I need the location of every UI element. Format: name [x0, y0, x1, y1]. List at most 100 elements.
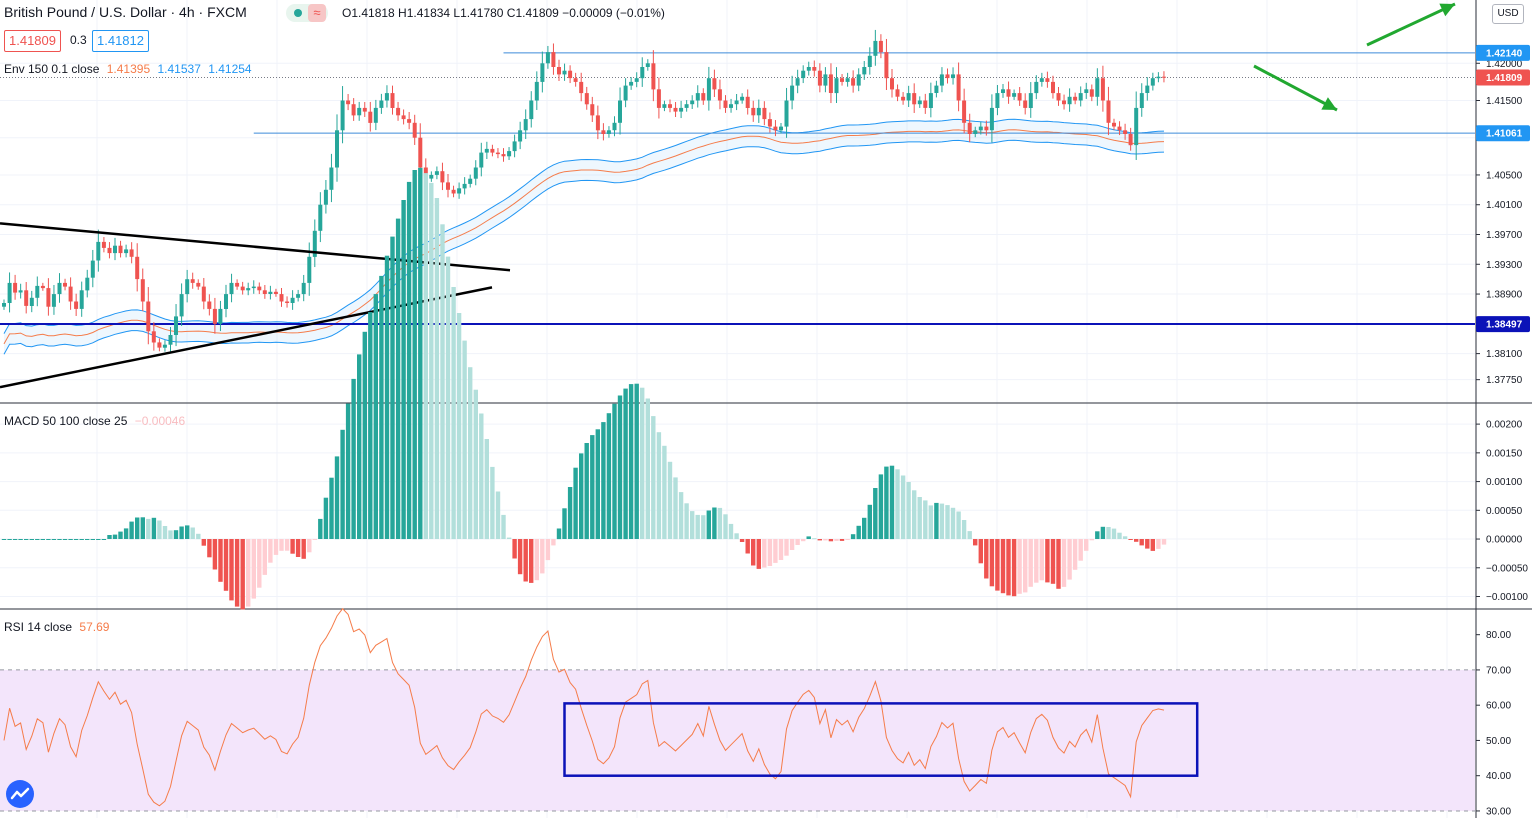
chart-canvas[interactable]: 1.420001.415001.410001.405001.401001.397… — [0, 0, 1532, 818]
candle-body — [490, 148, 495, 153]
rsi-tick-label: 40.00 — [1486, 771, 1511, 782]
candle-body — [806, 67, 811, 71]
candle-body — [623, 85, 628, 101]
macd-histogram-bar — [123, 528, 129, 539]
macd-histogram-bar — [645, 398, 650, 539]
candle-body — [812, 67, 817, 71]
macd-histogram-bar — [856, 525, 861, 540]
macd-histogram-bar — [462, 340, 467, 539]
macd-histogram-bar — [1161, 539, 1167, 545]
macd-histogram-bar — [96, 539, 101, 540]
macd-histogram-bar — [906, 482, 911, 539]
candle-body — [285, 301, 290, 303]
candle-body — [562, 70, 567, 75]
macd-histogram-bar — [673, 477, 678, 540]
candle-body — [1001, 89, 1005, 93]
price-tick-label: 1.37750 — [1486, 375, 1523, 386]
macd-histogram-bar — [1150, 539, 1155, 551]
envelope-legend[interactable]: Env 150 0.1 close 1.41395 1.41537 1.4125… — [4, 62, 252, 76]
candle-body — [57, 282, 62, 295]
macd-histogram-bar — [567, 487, 573, 539]
macd-histogram-bar — [151, 517, 157, 540]
macd-histogram-bar — [678, 492, 684, 540]
macd-histogram-bar — [190, 527, 195, 539]
candle-body — [495, 152, 500, 155]
candle-body — [923, 100, 928, 108]
candle-body — [784, 100, 789, 127]
macd-histogram-bar — [1100, 526, 1106, 539]
market-status-badge[interactable]: ≈ — [286, 4, 328, 22]
macd-legend[interactable]: MACD 50 100 close 25 −0.00046 — [4, 414, 185, 428]
macd-histogram-bar — [556, 528, 562, 540]
macd-histogram-bar — [318, 518, 323, 539]
macd-histogram-bar — [573, 467, 578, 539]
ohlc-values: O1.41818 H1.41834 L1.41780 C1.41809 −0.0… — [342, 6, 665, 20]
tradingview-logo-icon[interactable] — [6, 780, 34, 808]
macd-histogram-bar — [762, 539, 767, 568]
candle-body — [1006, 89, 1011, 97]
candle-body — [1045, 78, 1050, 82]
macd-histogram-bar — [146, 518, 151, 539]
bid-price-button[interactable]: 1.41809 — [4, 30, 61, 52]
candle-body — [801, 70, 806, 79]
macd-histogram-bar — [617, 395, 623, 540]
candle-body — [995, 93, 1000, 108]
candle-body — [817, 70, 822, 86]
macd-histogram-bar — [1111, 528, 1117, 539]
macd-histogram-bar — [562, 508, 567, 539]
macd-histogram-bar — [229, 539, 234, 601]
macd-histogram-bar — [878, 474, 884, 540]
macd-histogram-bar — [1039, 539, 1044, 581]
bearish-arrow — [1253, 64, 1338, 112]
macd-histogram-bar — [806, 536, 811, 539]
candle-body — [856, 74, 861, 86]
macd-histogram-bar — [684, 503, 689, 540]
currency-button[interactable]: USD — [1492, 4, 1524, 24]
symbol-title[interactable]: British Pound / U.S. Dollar · 4h · FXCM — [4, 4, 247, 20]
candle-body — [823, 74, 828, 86]
macd-histogram-bar — [501, 514, 506, 539]
macd-histogram-bar — [107, 535, 112, 539]
macd-histogram-bar — [751, 539, 756, 566]
candle-body — [501, 154, 506, 157]
rsi-legend[interactable]: RSI 14 close 57.69 — [4, 620, 109, 634]
candle-body — [745, 96, 750, 108]
macd-histogram-bar — [939, 503, 945, 539]
candle-body — [845, 78, 850, 82]
macd-histogram-bar — [1023, 539, 1028, 593]
macd-histogram-bar — [440, 224, 445, 540]
candle-body — [590, 104, 595, 116]
price-tick-label: 1.39300 — [1486, 260, 1523, 271]
candle-body — [1039, 78, 1044, 82]
macd-histogram-bar — [29, 539, 34, 540]
spread-value: 0.3 — [70, 33, 87, 47]
macd-histogram-bar — [406, 181, 412, 539]
macd-histogram-bar — [584, 443, 589, 540]
candle-body — [1106, 100, 1111, 123]
macd-histogram-bar — [950, 507, 956, 540]
macd-histogram-bar — [334, 456, 340, 540]
candle-body — [545, 52, 550, 64]
macd-histogram-bar — [418, 167, 423, 540]
candle-body — [557, 67, 561, 75]
candle-body — [1028, 93, 1033, 108]
rsi-tick-label: 80.00 — [1486, 630, 1511, 641]
candle-body — [762, 107, 767, 120]
macd-histogram-bar — [323, 497, 329, 539]
candle-body — [973, 130, 978, 134]
ask-price-button[interactable]: 1.41812 — [92, 30, 149, 52]
macd-histogram-bar — [395, 218, 401, 539]
macd-histogram-bar — [279, 539, 284, 551]
macd-histogram-bar — [212, 539, 218, 570]
macd-histogram-bar — [1084, 539, 1089, 551]
candle-body — [212, 308, 217, 324]
candle-body — [235, 282, 240, 287]
macd-histogram-bar — [73, 539, 79, 540]
macd-histogram-bar — [606, 413, 612, 539]
candle-body — [379, 100, 384, 108]
candle-body — [240, 286, 245, 291]
macd-histogram-bar — [79, 539, 84, 540]
candle-body — [329, 167, 334, 190]
candle-body — [368, 111, 373, 123]
candle-body — [595, 115, 600, 131]
